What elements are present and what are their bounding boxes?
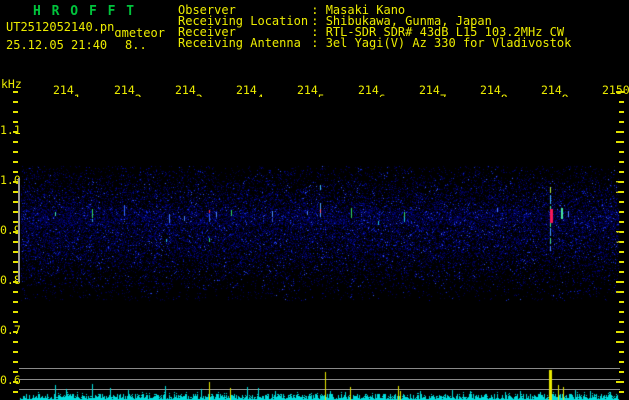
spectrogram-canvas xyxy=(0,0,629,400)
hrofft-screen: H R O F F T UT2512052140.pngmeteor 25.12… xyxy=(0,0,629,400)
